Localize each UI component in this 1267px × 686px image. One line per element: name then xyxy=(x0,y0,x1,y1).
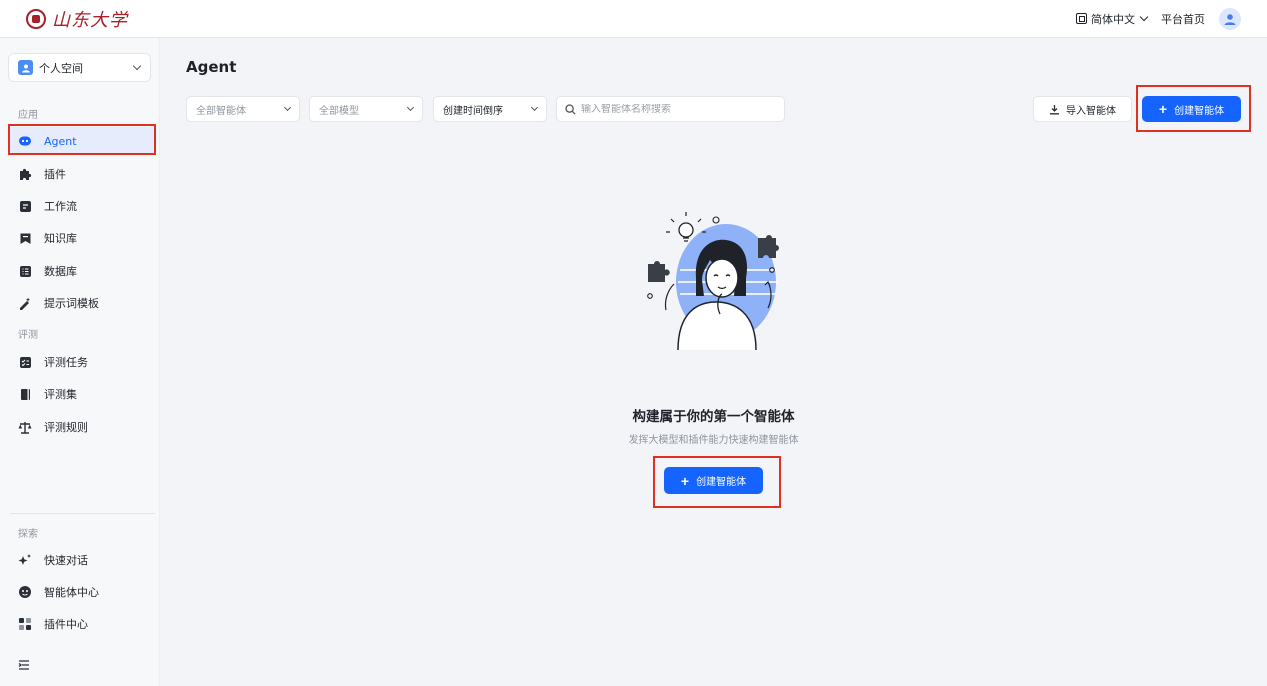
sidebar-item-label: 提示词模板 xyxy=(44,297,99,310)
sparkle-icon xyxy=(18,553,32,567)
agent-scope-filter[interactable]: 全部智能体 xyxy=(186,96,300,122)
sidebar-item-label: 插件 xyxy=(44,168,66,181)
search-box[interactable] xyxy=(556,96,785,122)
space-avatar-icon xyxy=(18,60,33,75)
search-icon xyxy=(565,103,576,115)
search-input[interactable] xyxy=(581,103,771,115)
user-avatar[interactable] xyxy=(1219,7,1241,30)
empty-create-agent-label: 创建智能体 xyxy=(696,477,747,488)
sidebar-item-eval-tasks[interactable]: 评测任务 xyxy=(10,348,154,376)
space-selector-label: 个人空间 xyxy=(39,61,83,75)
sidebar-item-eval-sets[interactable]: 评测集 xyxy=(10,380,154,408)
sidebar-item-label: 快速对话 xyxy=(44,554,88,567)
plugin-hub-icon xyxy=(18,617,32,631)
create-agent-button[interactable]: + 创建智能体 xyxy=(1142,96,1241,122)
sidebar-item-agent[interactable]: Agent xyxy=(10,127,154,155)
chevron-down-icon xyxy=(1139,12,1149,22)
sidebar-item-label: 工作流 xyxy=(44,200,77,213)
chevron-down-icon xyxy=(530,103,539,112)
section-label-apps: 应用 xyxy=(18,110,38,121)
sidebar-item-quick-chat[interactable]: 快速对话 xyxy=(10,546,154,574)
sidebar-divider xyxy=(10,513,155,514)
sidebar-item-plugins[interactable]: 插件 xyxy=(10,160,154,188)
sidebar-item-label: 智能体中心 xyxy=(44,586,99,599)
main-content: Agent 全部智能体 全部模型 创建时间倒序 导入智能体 + 创建智能体 xyxy=(160,38,1267,686)
university-seal-icon xyxy=(26,8,46,29)
empty-state-title: 构建属于你的第一个智能体 xyxy=(632,409,795,425)
page-title: Agent xyxy=(186,58,237,76)
filter-label: 全部智能体 xyxy=(196,105,246,117)
puzzle-icon xyxy=(18,167,32,181)
sidebar-item-label: 评测集 xyxy=(44,388,77,401)
bot-icon xyxy=(18,134,32,148)
collapse-sidebar-icon[interactable] xyxy=(18,659,30,671)
user-icon xyxy=(1224,13,1236,25)
sidebar-item-knowledge[interactable]: 知识库 xyxy=(10,224,154,252)
language-selector[interactable]: 简体中文 xyxy=(1076,11,1149,27)
sidebar: 个人空间 应用 Agent 插件 工作流 知识库 数据库 提示词模板 评测 评测… xyxy=(0,38,160,686)
empty-state-illustration xyxy=(647,212,779,351)
platform-home-link[interactable]: 平台首页 xyxy=(1161,11,1205,27)
chevron-down-icon xyxy=(132,61,142,71)
section-label-explore: 探索 xyxy=(18,529,38,540)
prompt-icon xyxy=(18,296,32,310)
sidebar-item-agent-hub[interactable]: 智能体中心 xyxy=(10,578,154,606)
download-icon xyxy=(1050,104,1059,114)
import-agent-label: 导入智能体 xyxy=(1066,105,1116,117)
chevron-down-icon xyxy=(406,103,415,112)
plus-icon: + xyxy=(680,472,690,489)
brand-name: 山东大学 xyxy=(52,9,128,31)
agent-hub-icon xyxy=(18,585,32,599)
language-label: 简体中文 xyxy=(1091,12,1135,26)
empty-state-subtitle: 发挥大模型和插件能力快速构建智能体 xyxy=(628,435,799,446)
filter-label: 全部模型 xyxy=(319,105,359,117)
create-agent-label: 创建智能体 xyxy=(1174,105,1225,117)
sidebar-item-plugin-hub[interactable]: 插件中心 xyxy=(10,610,154,638)
book-icon xyxy=(18,387,32,401)
knowledge-icon xyxy=(18,231,32,245)
filter-label: 创建时间倒序 xyxy=(443,105,503,117)
sidebar-item-label: 插件中心 xyxy=(44,618,88,631)
sidebar-item-label: 评测规则 xyxy=(44,421,88,434)
database-icon xyxy=(18,264,32,278)
sidebar-item-label: 知识库 xyxy=(44,232,77,245)
import-agent-button[interactable]: 导入智能体 xyxy=(1033,96,1132,122)
sidebar-item-eval-rules[interactable]: 评测规则 xyxy=(10,413,154,441)
sidebar-item-workflow[interactable]: 工作流 xyxy=(10,192,154,220)
sidebar-item-label: 数据库 xyxy=(44,265,77,278)
plus-icon: + xyxy=(1158,101,1168,117)
section-label-eval: 评测 xyxy=(18,330,38,341)
space-selector[interactable]: 个人空间 xyxy=(8,53,151,82)
model-filter[interactable]: 全部模型 xyxy=(309,96,423,122)
language-icon xyxy=(1076,13,1087,24)
sort-filter[interactable]: 创建时间倒序 xyxy=(433,96,547,122)
task-icon xyxy=(18,355,32,369)
chevron-down-icon xyxy=(283,103,292,112)
brand-logo[interactable]: 山东大学 xyxy=(26,6,128,32)
sidebar-item-label: Agent xyxy=(44,134,77,148)
sidebar-item-database[interactable]: 数据库 xyxy=(10,257,154,285)
scale-icon xyxy=(18,420,32,434)
top-bar: 山东大学 简体中文 平台首页 xyxy=(0,0,1267,38)
empty-create-agent-button[interactable]: + 创建智能体 xyxy=(664,467,763,494)
workflow-icon xyxy=(18,199,32,213)
sidebar-item-label: 评测任务 xyxy=(44,356,88,369)
sidebar-item-prompt-templates[interactable]: 提示词模板 xyxy=(10,289,154,317)
